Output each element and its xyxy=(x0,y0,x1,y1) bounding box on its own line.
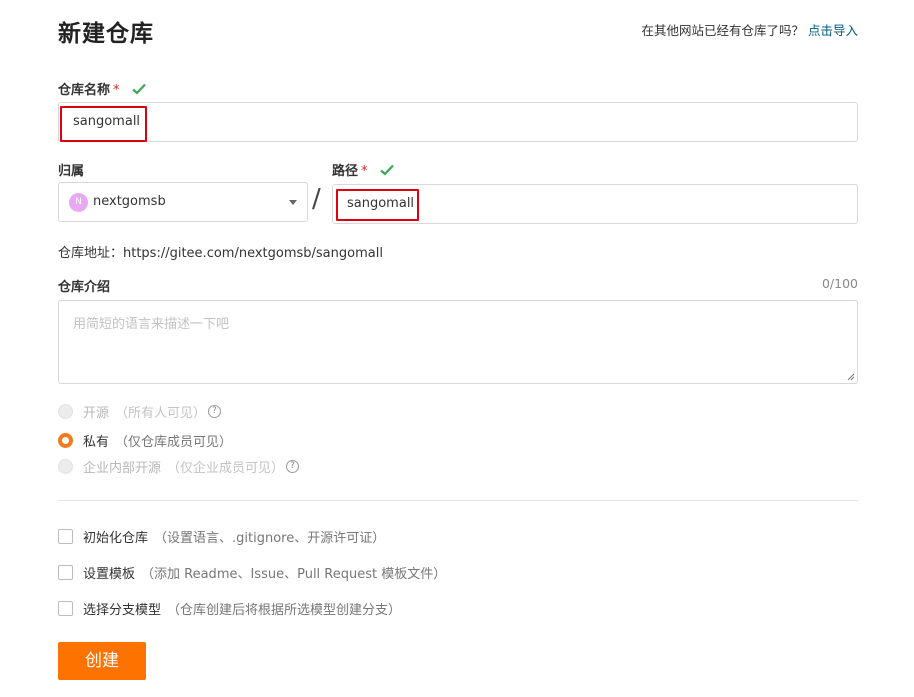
owner-name: nextgomsb xyxy=(93,194,166,209)
import-link[interactable]: 点击导入 xyxy=(808,23,858,38)
option-init-repo-note: （设置语言、.gitignore、开源许可证） xyxy=(154,530,386,546)
checkbox-init-repo[interactable] xyxy=(58,528,73,544)
resize-grip-icon[interactable] xyxy=(847,373,855,381)
option-branch-model[interactable]: 选择分支模型 （仓库创建后将根据所选模型创建分支） xyxy=(58,599,402,618)
divider xyxy=(58,500,858,501)
owner-label: 归属 xyxy=(58,164,85,179)
highlight-box xyxy=(336,189,419,221)
required-mark: * xyxy=(113,83,120,98)
radio-public-label: 开源 xyxy=(83,405,110,421)
highlight-box xyxy=(60,106,147,142)
page-title: 新建仓库 xyxy=(58,21,154,47)
import-prompt: 在其他网站已经有仓库了吗？ xyxy=(641,23,804,38)
description-label: 仓库介绍 xyxy=(58,280,111,295)
caret-down-icon xyxy=(289,200,297,205)
repo-name-label-text: 仓库名称 xyxy=(58,83,111,98)
repo-name-label: 仓库名称 * xyxy=(58,79,146,98)
visibility-enterprise[interactable]: 企业内部开源 （仅企业成员可见） ? xyxy=(58,457,300,476)
option-template[interactable]: 设置模板 （添加 Readme、Issue、Pull Request 模板文件） xyxy=(58,563,447,582)
radio-enterprise[interactable] xyxy=(58,458,73,474)
radio-enterprise-note: （仅企业成员可见） xyxy=(167,460,285,476)
create-button[interactable]: 创建 xyxy=(58,642,146,680)
question-circle-icon[interactable]: ? xyxy=(208,404,222,418)
radio-private-label: 私有 xyxy=(83,434,110,450)
description-placeholder: 用简短的语言来描述一下吧 xyxy=(73,317,230,332)
radio-public[interactable] xyxy=(58,403,73,419)
radio-private-note: （仅仓库成员可见） xyxy=(115,434,233,450)
path-label: 路径 * xyxy=(332,160,394,179)
path-separator: / xyxy=(312,184,321,214)
question-circle-icon[interactable]: ? xyxy=(286,459,300,473)
option-template-note: （添加 Readme、Issue、Pull Request 模板文件） xyxy=(141,566,447,582)
visibility-public[interactable]: 开源 （所有人可见） ? xyxy=(58,402,222,421)
repo-name-input[interactable]: sangomall xyxy=(58,102,858,142)
required-mark: * xyxy=(361,164,368,179)
check-icon xyxy=(132,83,146,95)
option-branch-model-label: 选择分支模型 xyxy=(83,602,162,618)
check-icon xyxy=(380,164,394,176)
option-init-repo[interactable]: 初始化仓库 （设置语言、.gitignore、开源许可证） xyxy=(58,527,386,546)
owner-select[interactable]: N nextgomsb xyxy=(58,182,308,222)
checkbox-branch-model[interactable] xyxy=(58,600,73,616)
import-hint: 在其他网站已经有仓库了吗？ 点击导入 xyxy=(641,20,858,39)
visibility-private[interactable]: 私有 （仅仓库成员可见） xyxy=(58,431,233,450)
option-template-label: 设置模板 xyxy=(83,566,136,582)
radio-enterprise-label: 企业内部开源 xyxy=(83,460,162,476)
description-counter: 0/100 xyxy=(821,276,858,291)
avatar: N xyxy=(69,193,88,212)
description-textarea[interactable]: 用简短的语言来描述一下吧 xyxy=(58,300,858,384)
option-init-repo-label: 初始化仓库 xyxy=(83,530,149,546)
checkbox-template[interactable] xyxy=(58,564,73,580)
radio-public-note: （所有人可见） xyxy=(115,405,207,421)
repo-url: 仓库地址：https://gitee.com/nextgomsb/sangoma… xyxy=(58,246,383,261)
radio-private[interactable] xyxy=(58,432,73,448)
path-label-text: 路径 xyxy=(332,164,359,179)
option-branch-model-note: （仓库创建后将根据所选模型创建分支） xyxy=(167,602,402,618)
